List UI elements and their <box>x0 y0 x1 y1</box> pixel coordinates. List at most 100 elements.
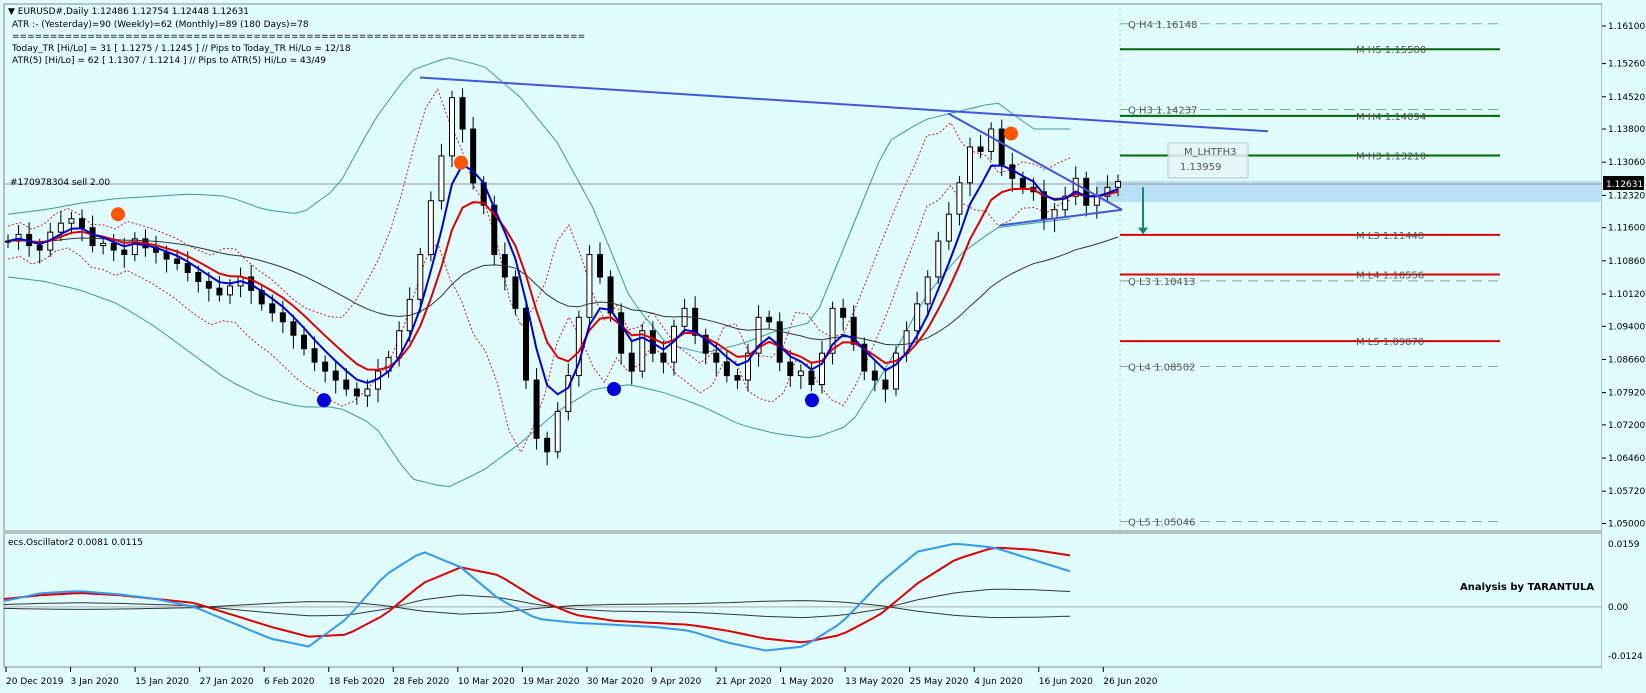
candle-body <box>68 218 75 224</box>
candle-body <box>227 285 233 296</box>
candle-body <box>998 128 1005 166</box>
y-tick-label: 1.08660 <box>1608 355 1645 365</box>
pivot-label: Q H3 1.14237 <box>1128 105 1197 116</box>
x-tick-label: 25 May 2020 <box>910 677 969 687</box>
candle-body <box>533 379 540 439</box>
candle-body <box>195 271 202 282</box>
candle-body <box>36 245 43 251</box>
mtf-box-title: M_LHTFH3 <box>1184 147 1236 158</box>
candle-body <box>988 128 995 152</box>
candle-body <box>459 97 466 130</box>
pivot-label: Q L5 1.05046 <box>1128 517 1196 528</box>
indicator-label: ecs.Oscillator2 0.0081 0.0115 <box>8 538 143 548</box>
y-tick-label: 1.13060 <box>1608 158 1645 168</box>
sell-signal-dot <box>454 155 468 170</box>
candle-body <box>871 370 878 381</box>
x-tick-label: 20 Dec 2019 <box>6 677 64 687</box>
pivot-label: M H4 1.14094 <box>1356 112 1426 123</box>
candle-body <box>713 352 720 363</box>
candle-body <box>417 254 424 300</box>
osc-tick-label: 0.00 <box>1608 603 1628 613</box>
candle-body <box>607 276 614 314</box>
candle-body <box>322 361 329 372</box>
x-tick-label: 6 Feb 2020 <box>264 677 315 687</box>
candle-body <box>956 182 963 215</box>
pivot-label: M H3 1.13210 <box>1356 151 1426 162</box>
y-tick-label: 1.07200 <box>1608 421 1645 431</box>
pivot-label: Q L4 1.08502 <box>1128 363 1196 374</box>
candle-body <box>290 321 297 336</box>
candle-body <box>57 222 64 233</box>
x-tick-label: 21 Apr 2020 <box>716 677 772 687</box>
candle-body <box>671 325 677 363</box>
y-tick-label: 1.12320 <box>1608 191 1645 201</box>
candle-body <box>1019 177 1026 188</box>
y-tick-label: 1.15260 <box>1608 60 1645 70</box>
osc-tick-label: -0.0124 <box>1608 652 1643 662</box>
y-tick-label: 1.07920 <box>1608 389 1645 399</box>
candle-body <box>512 276 519 309</box>
y-tick-label: 1.14520 <box>1608 93 1645 103</box>
candle-body <box>882 379 889 390</box>
candle-body <box>734 375 741 381</box>
x-tick-label: 16 Jun 2020 <box>1039 677 1093 687</box>
pivot-label: M L3 1.11440 <box>1356 231 1424 242</box>
candle-body <box>766 316 773 323</box>
atr5-range: ATR(5) [Hi/Lo] = 62 [ 1.1307 / 1.1214 ] … <box>12 56 326 66</box>
current-price-value: 1.12631 <box>1606 180 1643 190</box>
header-separator: ========================================… <box>12 32 585 42</box>
candle-body <box>523 307 529 381</box>
chart-canvas: Q H4 1.16148 M H5 1.15580 Q H3 1.14237 M H4… <box>0 0 1646 693</box>
candle-body <box>840 307 847 318</box>
candle-body <box>628 352 635 372</box>
y-tick-label: 1.06460 <box>1608 454 1645 464</box>
atr-summary: ATR :- (Yesterday)=90 (Weekly)=62 (Month… <box>12 20 309 30</box>
x-tick-label: 19 Mar 2020 <box>522 677 579 687</box>
candle-body <box>216 287 223 296</box>
pivot-label: M L5 1.09070 <box>1356 337 1424 348</box>
y-tick-label: 1.11600 <box>1608 224 1645 234</box>
x-tick-label: 15 Jan 2020 <box>135 677 189 687</box>
candle-body <box>914 303 921 332</box>
candle-body <box>269 303 276 314</box>
candle-body <box>79 218 85 229</box>
candle-body <box>427 200 434 256</box>
candle-body <box>438 155 445 202</box>
analysis-banner: Analysis by TARANTULA <box>1460 582 1594 593</box>
candle-body <box>1115 180 1121 188</box>
candle-body <box>89 227 96 247</box>
sell-signal-dot <box>1004 126 1018 141</box>
candle-body <box>311 348 318 363</box>
candle-body <box>353 388 360 397</box>
candle-body <box>301 334 307 350</box>
candle-body <box>723 361 730 377</box>
candle-body <box>121 249 128 256</box>
candle-body <box>364 388 371 397</box>
x-tick-label: 13 May 2020 <box>845 677 904 687</box>
y-tick-label: 1.09400 <box>1608 322 1645 332</box>
price-axis <box>1602 4 1644 667</box>
candle-body <box>544 437 551 453</box>
candle-body <box>100 242 107 247</box>
buy-signal-dot <box>805 393 819 408</box>
buy-signal-dot <box>607 382 621 397</box>
x-tick-label: 30 Mar 2020 <box>587 677 644 687</box>
y-tick-label: 1.10860 <box>1608 257 1645 267</box>
pivot-label: Q H4 1.16148 <box>1128 20 1197 31</box>
candle-body <box>935 240 942 278</box>
candle-body <box>618 312 625 354</box>
order-label[interactable]: #170978304 sell 2.00 <box>10 178 110 188</box>
x-tick-label: 9 Apr 2020 <box>651 677 701 687</box>
candle-body <box>977 146 984 152</box>
candle-body <box>797 370 804 377</box>
candle-body <box>470 128 477 184</box>
pivot-label: M H5 1.15580 <box>1356 45 1426 56</box>
candle-body <box>343 379 350 390</box>
y-tick-label: 1.05720 <box>1608 487 1645 497</box>
buy-signal-dot <box>317 393 331 408</box>
candle-body <box>586 254 593 318</box>
candle-body <box>332 370 339 381</box>
main-pane[interactable] <box>3 3 1603 532</box>
y-tick-label: 1.10120 <box>1608 290 1645 300</box>
x-tick-label: 27 Jan 2020 <box>200 677 254 687</box>
